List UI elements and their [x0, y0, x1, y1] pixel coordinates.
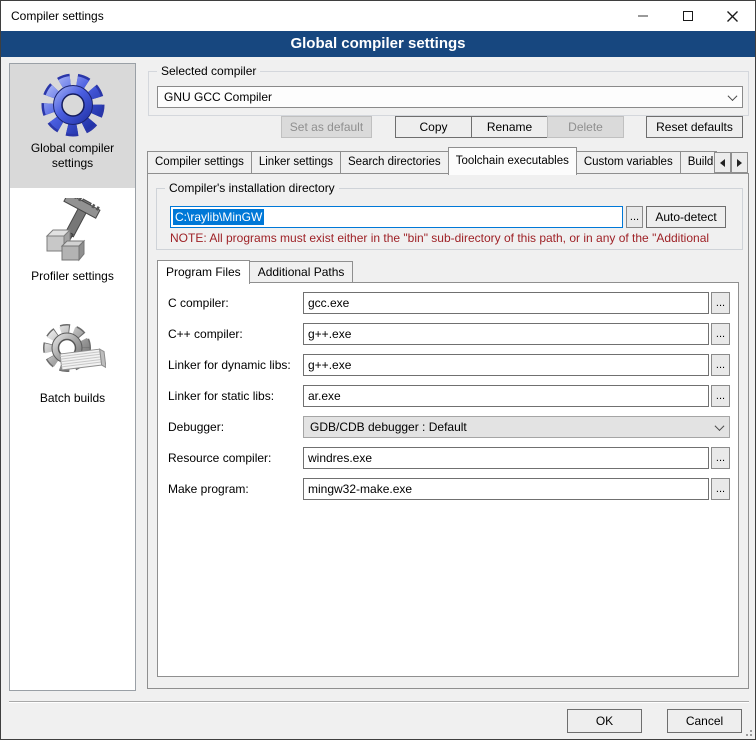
- reset-defaults-button[interactable]: Reset defaults: [646, 116, 743, 138]
- rename-button[interactable]: Rename: [471, 116, 548, 138]
- make-program-input[interactable]: [303, 478, 709, 500]
- minimize-icon: [638, 15, 648, 17]
- selected-compiler-group-label: Selected compiler: [157, 64, 260, 79]
- sidebar-item-label: Global compiler settings: [10, 141, 135, 171]
- static-linker-input[interactable]: [303, 385, 709, 407]
- auto-detect-button[interactable]: Auto-detect: [646, 206, 726, 228]
- tab-scroll-left-button[interactable]: [714, 152, 731, 173]
- static-linker-browse-button[interactable]: ...: [711, 385, 730, 407]
- tab-search-directories[interactable]: Search directories: [340, 151, 449, 174]
- maximize-button[interactable]: [665, 1, 710, 31]
- tab-linker-settings[interactable]: Linker settings: [251, 151, 341, 174]
- tab-program-files[interactable]: Program Files: [157, 260, 250, 284]
- minimize-button[interactable]: [620, 1, 665, 31]
- installation-directory-selected-text: C:\raylib\MinGW: [173, 209, 264, 225]
- program-files-page: C compiler: ... C++ compiler: ... Linker…: [157, 282, 739, 677]
- chevron-down-icon: [728, 91, 738, 101]
- sidebar-item-label: Batch builds: [36, 391, 109, 406]
- c-compiler-input[interactable]: [303, 292, 709, 314]
- copy-button[interactable]: Copy: [395, 116, 472, 138]
- resource-compiler-input[interactable]: [303, 447, 709, 469]
- field-label: Linker for dynamic libs:: [168, 354, 291, 376]
- c-compiler-browse-button[interactable]: ...: [711, 292, 730, 314]
- cpp-compiler-input[interactable]: [303, 323, 709, 345]
- ok-button[interactable]: OK: [567, 709, 642, 733]
- installation-directory-group-label: Compiler's installation directory: [165, 181, 339, 196]
- program-files-tab-strip: Program Files Additional Paths: [157, 259, 352, 283]
- field-label: Make program:: [168, 478, 249, 500]
- compiler-select[interactable]: GNU GCC Compiler: [157, 86, 743, 108]
- close-icon: [727, 11, 738, 22]
- field-label: C++ compiler:: [168, 323, 243, 345]
- installation-directory-group: Compiler's installation directory C:\ray…: [156, 188, 743, 250]
- window-title: Compiler settings: [1, 9, 104, 23]
- tab-additional-paths[interactable]: Additional Paths: [249, 261, 354, 283]
- compiler-settings-dialog: Compiler settings Global compiler settin…: [0, 0, 756, 740]
- selected-compiler-group: Selected compiler GNU GCC Compiler: [148, 71, 749, 116]
- make-program-browse-button[interactable]: ...: [711, 478, 730, 500]
- tab-custom-variables[interactable]: Custom variables: [576, 151, 681, 174]
- field-label: C compiler:: [168, 292, 229, 314]
- title-bar: Compiler settings: [1, 1, 755, 31]
- cpp-compiler-browse-button[interactable]: ...: [711, 323, 730, 345]
- installation-directory-browse-button[interactable]: ...: [626, 206, 643, 228]
- settings-tab-strip: Compiler settings Linker settings Search…: [147, 146, 716, 174]
- resize-grip[interactable]: [742, 726, 752, 736]
- sidebar-item-label: Profiler settings: [27, 269, 118, 284]
- tab-scroll-left-icon: [720, 159, 725, 167]
- installation-note: NOTE: All programs must exist either in …: [170, 231, 741, 245]
- tab-scroll-right-icon: [737, 159, 742, 167]
- caption-buttons: [620, 1, 755, 31]
- resource-compiler-browse-button[interactable]: ...: [711, 447, 730, 469]
- cancel-button[interactable]: Cancel: [667, 709, 742, 733]
- sidebar-item-global-compiler-settings[interactable]: Global compiler settings: [10, 64, 135, 188]
- toolchain-executables-page: Compiler's installation directory C:\ray…: [147, 173, 749, 689]
- compiler-select-value: GNU GCC Compiler: [164, 90, 272, 104]
- debugger-select[interactable]: GDB/CDB debugger : Default: [303, 416, 730, 438]
- delete-button[interactable]: Delete: [547, 116, 624, 138]
- gray-gear-stack-icon: [40, 322, 106, 391]
- installation-directory-input[interactable]: C:\raylib\MinGW: [170, 206, 623, 228]
- dynamic-linker-input[interactable]: [303, 354, 709, 376]
- footer-divider: [9, 701, 749, 703]
- page-title: Global compiler settings: [1, 31, 755, 57]
- chevron-down-icon: [715, 421, 725, 431]
- debugger-select-value: GDB/CDB debugger : Default: [310, 420, 467, 434]
- sidebar-item-batch-builds[interactable]: Batch builds: [10, 314, 135, 426]
- settings-category-list: Global compiler settings: [9, 63, 136, 691]
- field-label: Resource compiler:: [168, 447, 271, 469]
- tab-toolchain-executables[interactable]: Toolchain executables: [448, 147, 577, 175]
- tab-compiler-settings[interactable]: Compiler settings: [147, 151, 252, 174]
- maximize-icon: [683, 11, 693, 21]
- set-as-default-button[interactable]: Set as default: [281, 116, 372, 138]
- field-label: Linker for static libs:: [168, 385, 274, 407]
- tab-build-options[interactable]: Build: [680, 151, 717, 174]
- close-button[interactable]: [710, 1, 755, 31]
- sidebar-item-profiler-settings[interactable]: Profiler settings: [10, 190, 135, 306]
- caliper-icon: [39, 198, 107, 269]
- blue-gear-icon: [40, 72, 106, 141]
- dynamic-linker-browse-button[interactable]: ...: [711, 354, 730, 376]
- tab-scroll-right-button[interactable]: [731, 152, 748, 173]
- field-label: Debugger:: [168, 416, 224, 438]
